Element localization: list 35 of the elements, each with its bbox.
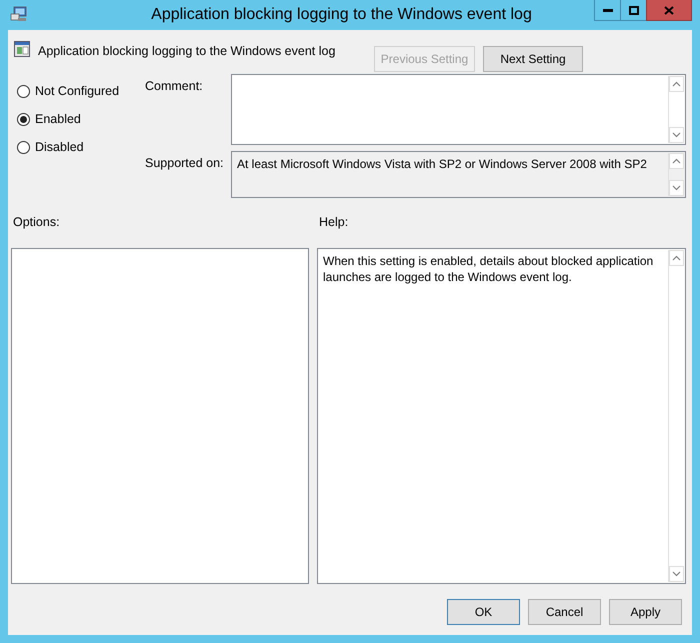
cancel-button[interactable]: Cancel bbox=[528, 599, 601, 625]
help-text: When this setting is enabled, details about blocked application launches are logged to the Windows event log. bbox=[322, 253, 654, 286]
chevron-down-icon[interactable] bbox=[672, 571, 681, 577]
close-icon bbox=[664, 6, 674, 14]
chevron-up-icon[interactable] bbox=[672, 81, 681, 87]
next-setting-button[interactable]: Next Setting bbox=[483, 46, 583, 72]
radio-button[interactable] bbox=[17, 140, 30, 154]
radio-label: Enabled bbox=[35, 112, 81, 126]
scrollbar[interactable] bbox=[668, 153, 684, 196]
chevron-down-icon[interactable] bbox=[672, 132, 681, 138]
radio-label: Not Configured bbox=[35, 84, 120, 98]
chevron-up-icon[interactable] bbox=[672, 255, 681, 261]
help-label: Help: bbox=[319, 215, 348, 229]
comment-label: Comment: bbox=[145, 78, 204, 95]
window-title: Application blocking logging to the Windows event log bbox=[150, 5, 533, 25]
minimize-button[interactable] bbox=[594, 0, 621, 21]
ok-button[interactable]: OK bbox=[447, 599, 520, 625]
comment-field[interactable] bbox=[231, 74, 686, 145]
chevron-up-icon[interactable] bbox=[672, 158, 681, 164]
maximize-icon bbox=[628, 6, 638, 14]
minimize-icon bbox=[602, 8, 612, 12]
policy-setting-icon bbox=[14, 41, 30, 57]
supported-on-label: Supported on: bbox=[145, 155, 225, 172]
close-button[interactable] bbox=[646, 0, 692, 21]
setting-title: Application blocking logging to the Windows event log bbox=[38, 44, 336, 58]
radio-button[interactable] bbox=[17, 112, 30, 126]
supported-on-text: At least Microsoft Windows Vista with SP2 or Windows Server 2008 with SP2 bbox=[236, 156, 648, 173]
scrollbar[interactable] bbox=[668, 76, 684, 143]
radio-label: Disabled bbox=[35, 140, 84, 154]
radio-button[interactable] bbox=[17, 84, 30, 98]
computer-icon bbox=[10, 6, 28, 22]
chevron-down-icon[interactable] bbox=[672, 185, 681, 191]
options-label: Options: bbox=[12, 215, 61, 229]
apply-button[interactable]: Apply bbox=[609, 599, 682, 625]
scrollbar[interactable] bbox=[668, 250, 684, 582]
